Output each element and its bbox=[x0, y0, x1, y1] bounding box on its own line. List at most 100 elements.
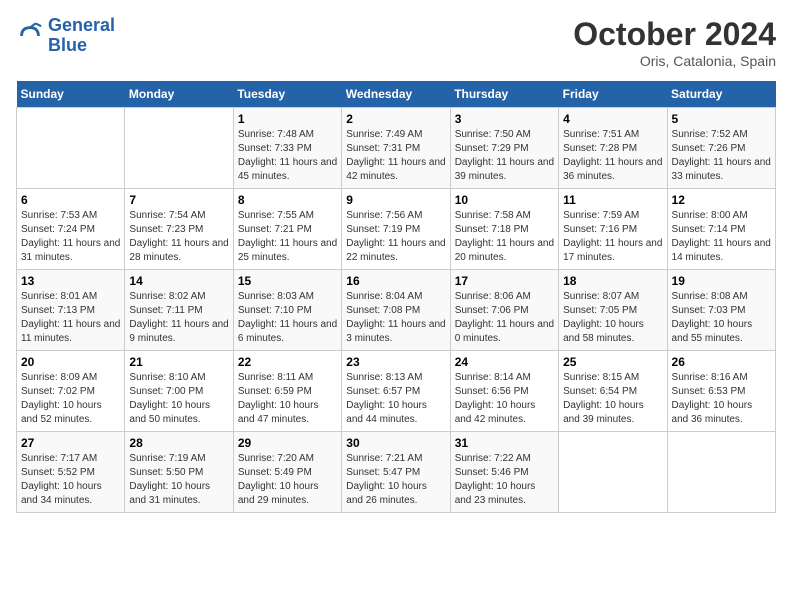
logo-icon bbox=[16, 22, 44, 50]
day-number: 16 bbox=[346, 274, 445, 288]
day-number: 2 bbox=[346, 112, 445, 126]
day-info: Sunrise: 7:21 AM Sunset: 5:47 PM Dayligh… bbox=[346, 452, 445, 508]
column-header-wednesday: Wednesday bbox=[342, 81, 450, 108]
day-info: Sunrise: 8:09 AM Sunset: 7:02 PM Dayligh… bbox=[21, 371, 120, 427]
day-cell: 20Sunrise: 8:09 AM Sunset: 7:02 PM Dayli… bbox=[17, 351, 125, 432]
day-info: Sunrise: 7:56 AM Sunset: 7:19 PM Dayligh… bbox=[346, 209, 445, 265]
day-number: 19 bbox=[672, 274, 771, 288]
day-info: Sunrise: 8:11 AM Sunset: 6:59 PM Dayligh… bbox=[238, 371, 337, 427]
day-number: 8 bbox=[238, 193, 337, 207]
day-info: Sunrise: 7:54 AM Sunset: 7:23 PM Dayligh… bbox=[129, 209, 228, 265]
day-info: Sunrise: 8:07 AM Sunset: 7:05 PM Dayligh… bbox=[563, 290, 662, 346]
day-info: Sunrise: 7:22 AM Sunset: 5:46 PM Dayligh… bbox=[455, 452, 554, 508]
day-number: 4 bbox=[563, 112, 662, 126]
day-number: 1 bbox=[238, 112, 337, 126]
day-cell: 10 Sunrise: 7:58 AM Sunset: 7:18 PM Dayli… bbox=[450, 189, 558, 270]
day-number: 11 bbox=[563, 193, 662, 207]
column-header-tuesday: Tuesday bbox=[233, 81, 341, 108]
day-number: 24 bbox=[455, 355, 554, 369]
week-row-4: 20Sunrise: 8:09 AM Sunset: 7:02 PM Dayli… bbox=[17, 351, 776, 432]
day-number: 7 bbox=[129, 193, 228, 207]
day-number: 27 bbox=[21, 436, 120, 450]
calendar-table: SundayMondayTuesdayWednesdayThursdayFrid… bbox=[16, 81, 776, 513]
day-cell: 18 Sunrise: 8:07 AM Sunset: 7:05 PM Dayli… bbox=[559, 270, 667, 351]
logo-general: General bbox=[48, 15, 115, 35]
page-header: General Blue October 2024 Oris, Cataloni… bbox=[16, 16, 776, 69]
day-cell bbox=[559, 432, 667, 513]
day-number: 10 bbox=[455, 193, 554, 207]
day-number: 29 bbox=[238, 436, 337, 450]
day-cell: 11 Sunrise: 7:59 AM Sunset: 7:16 PM Dayli… bbox=[559, 189, 667, 270]
day-info: Sunrise: 8:10 AM Sunset: 7:00 PM Dayligh… bbox=[129, 371, 228, 427]
day-info: Sunrise: 8:15 AM Sunset: 6:54 PM Dayligh… bbox=[563, 371, 662, 427]
day-number: 26 bbox=[672, 355, 771, 369]
day-info: Sunrise: 7:51 AM Sunset: 7:28 PM Dayligh… bbox=[563, 128, 662, 184]
day-number: 31 bbox=[455, 436, 554, 450]
day-number: 3 bbox=[455, 112, 554, 126]
subtitle: Oris, Catalonia, Spain bbox=[573, 53, 776, 69]
day-info: Sunrise: 7:52 AM Sunset: 7:26 PM Dayligh… bbox=[672, 128, 771, 184]
day-number: 23 bbox=[346, 355, 445, 369]
week-row-3: 13 Sunrise: 8:01 AM Sunset: 7:13 PM Dayli… bbox=[17, 270, 776, 351]
day-cell: 12 Sunrise: 8:00 AM Sunset: 7:14 PM Dayli… bbox=[667, 189, 775, 270]
day-number: 9 bbox=[346, 193, 445, 207]
day-number: 21 bbox=[129, 355, 228, 369]
logo-blue: Blue bbox=[48, 35, 87, 55]
day-info: Sunrise: 7:48 AM Sunset: 7:33 PM Dayligh… bbox=[238, 128, 337, 184]
column-header-sunday: Sunday bbox=[17, 81, 125, 108]
column-header-thursday: Thursday bbox=[450, 81, 558, 108]
day-info: Sunrise: 7:17 AM Sunset: 5:52 PM Dayligh… bbox=[21, 452, 120, 508]
week-row-2: 6 Sunrise: 7:53 AM Sunset: 7:24 PM Daylig… bbox=[17, 189, 776, 270]
day-cell: 28Sunrise: 7:19 AM Sunset: 5:50 PM Dayli… bbox=[125, 432, 233, 513]
day-cell: 4 Sunrise: 7:51 AM Sunset: 7:28 PM Daylig… bbox=[559, 108, 667, 189]
logo: General Blue bbox=[16, 16, 115, 56]
day-cell: 1 Sunrise: 7:48 AM Sunset: 7:33 PM Daylig… bbox=[233, 108, 341, 189]
day-info: Sunrise: 7:58 AM Sunset: 7:18 PM Dayligh… bbox=[455, 209, 554, 265]
day-cell: 15 Sunrise: 8:03 AM Sunset: 7:10 PM Dayli… bbox=[233, 270, 341, 351]
day-cell bbox=[17, 108, 125, 189]
day-number: 22 bbox=[238, 355, 337, 369]
day-number: 14 bbox=[129, 274, 228, 288]
column-header-saturday: Saturday bbox=[667, 81, 775, 108]
day-cell: 30Sunrise: 7:21 AM Sunset: 5:47 PM Dayli… bbox=[342, 432, 450, 513]
day-info: Sunrise: 7:49 AM Sunset: 7:31 PM Dayligh… bbox=[346, 128, 445, 184]
day-number: 17 bbox=[455, 274, 554, 288]
day-cell: 27 Sunrise: 7:17 AM Sunset: 5:52 PM Dayli… bbox=[17, 432, 125, 513]
day-info: Sunrise: 8:06 AM Sunset: 7:06 PM Dayligh… bbox=[455, 290, 554, 346]
day-info: Sunrise: 8:03 AM Sunset: 7:10 PM Dayligh… bbox=[238, 290, 337, 346]
calendar-header-row: SundayMondayTuesdayWednesdayThursdayFrid… bbox=[17, 81, 776, 108]
day-cell: 14 Sunrise: 8:02 AM Sunset: 7:11 PM Dayli… bbox=[125, 270, 233, 351]
day-cell: 8Sunrise: 7:55 AM Sunset: 7:21 PM Daylig… bbox=[233, 189, 341, 270]
day-info: Sunrise: 7:20 AM Sunset: 5:49 PM Dayligh… bbox=[238, 452, 337, 508]
day-info: Sunrise: 7:59 AM Sunset: 7:16 PM Dayligh… bbox=[563, 209, 662, 265]
day-info: Sunrise: 8:00 AM Sunset: 7:14 PM Dayligh… bbox=[672, 209, 771, 265]
day-number: 5 bbox=[672, 112, 771, 126]
day-cell: 3 Sunrise: 7:50 AM Sunset: 7:29 PM Daylig… bbox=[450, 108, 558, 189]
day-info: Sunrise: 8:14 AM Sunset: 6:56 PM Dayligh… bbox=[455, 371, 554, 427]
day-number: 18 bbox=[563, 274, 662, 288]
day-number: 13 bbox=[21, 274, 120, 288]
day-cell bbox=[667, 432, 775, 513]
title-block: October 2024 Oris, Catalonia, Spain bbox=[573, 16, 776, 69]
day-cell: 24 Sunrise: 8:14 AM Sunset: 6:56 PM Dayli… bbox=[450, 351, 558, 432]
day-cell: 16Sunrise: 8:04 AM Sunset: 7:08 PM Dayli… bbox=[342, 270, 450, 351]
day-info: Sunrise: 8:02 AM Sunset: 7:11 PM Dayligh… bbox=[129, 290, 228, 346]
day-info: Sunrise: 7:53 AM Sunset: 7:24 PM Dayligh… bbox=[21, 209, 120, 265]
main-title: October 2024 bbox=[573, 16, 776, 53]
day-info: Sunrise: 8:13 AM Sunset: 6:57 PM Dayligh… bbox=[346, 371, 445, 427]
day-cell: 22 Sunrise: 8:11 AM Sunset: 6:59 PM Dayli… bbox=[233, 351, 341, 432]
day-number: 15 bbox=[238, 274, 337, 288]
day-info: Sunrise: 7:19 AM Sunset: 5:50 PM Dayligh… bbox=[129, 452, 228, 508]
day-cell: 19 Sunrise: 8:08 AM Sunset: 7:03 PM Dayli… bbox=[667, 270, 775, 351]
week-row-1: 1 Sunrise: 7:48 AM Sunset: 7:33 PM Daylig… bbox=[17, 108, 776, 189]
day-cell: 6 Sunrise: 7:53 AM Sunset: 7:24 PM Daylig… bbox=[17, 189, 125, 270]
day-info: Sunrise: 8:16 AM Sunset: 6:53 PM Dayligh… bbox=[672, 371, 771, 427]
day-number: 6 bbox=[21, 193, 120, 207]
day-info: Sunrise: 8:01 AM Sunset: 7:13 PM Dayligh… bbox=[21, 290, 120, 346]
day-info: Sunrise: 8:08 AM Sunset: 7:03 PM Dayligh… bbox=[672, 290, 771, 346]
day-info: Sunrise: 7:50 AM Sunset: 7:29 PM Dayligh… bbox=[455, 128, 554, 184]
day-cell: 25Sunrise: 8:15 AM Sunset: 6:54 PM Dayli… bbox=[559, 351, 667, 432]
day-cell bbox=[125, 108, 233, 189]
day-number: 12 bbox=[672, 193, 771, 207]
day-cell: 5 Sunrise: 7:52 AM Sunset: 7:26 PM Daylig… bbox=[667, 108, 775, 189]
